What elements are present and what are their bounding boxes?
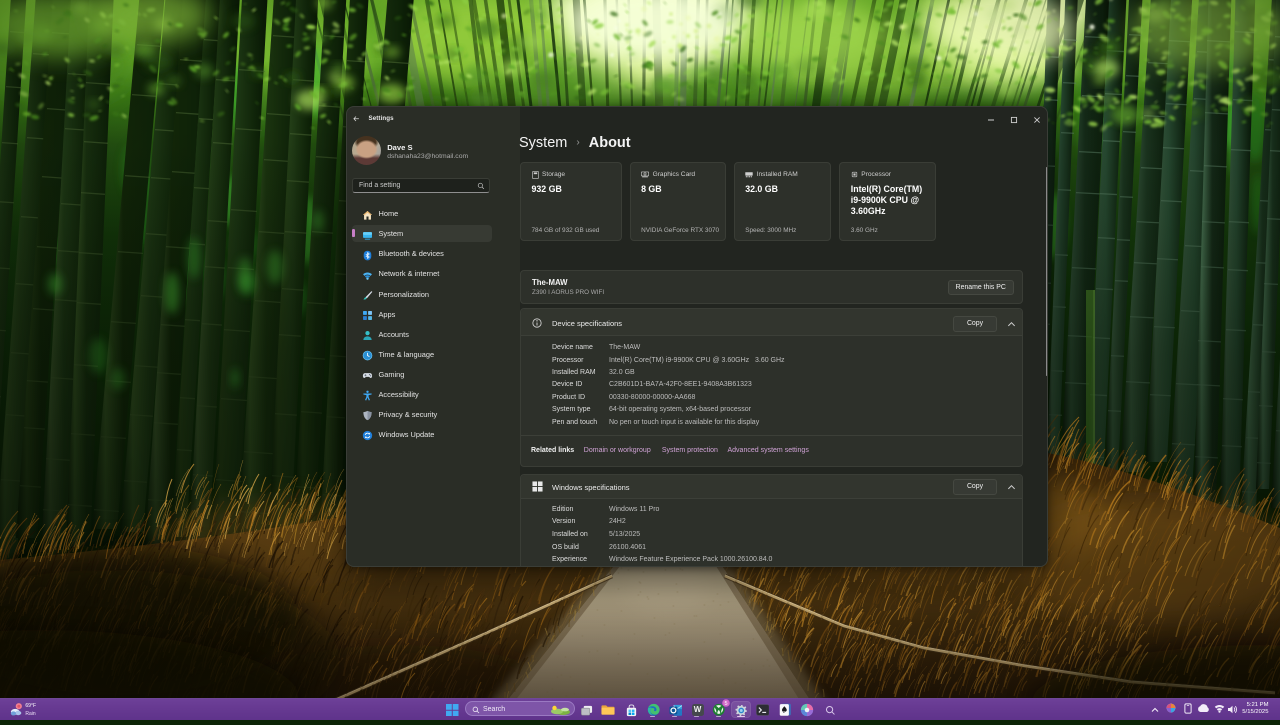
svg-text:5: 5 bbox=[724, 701, 727, 707]
